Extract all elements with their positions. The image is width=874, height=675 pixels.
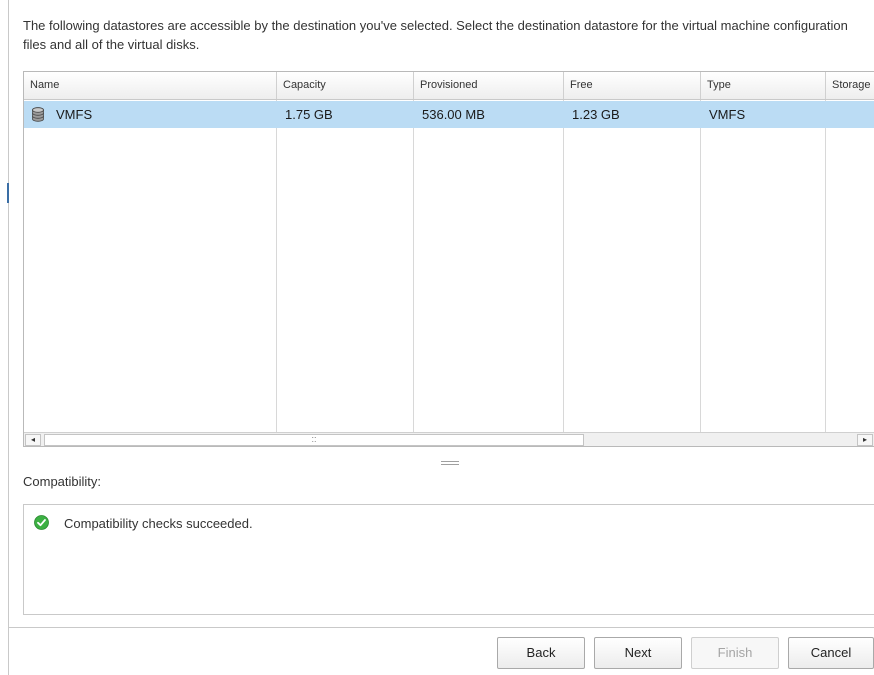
next-button[interactable]: Next xyxy=(594,637,682,669)
table-header: Name Capacity Provisioned Free Type Stor… xyxy=(24,72,874,100)
cell-provisioned: 536.00 MB xyxy=(422,107,485,122)
column-header-storage[interactable]: Storage xyxy=(826,72,874,99)
column-header-provisioned[interactable]: Provisioned xyxy=(414,72,564,99)
column-divider xyxy=(413,100,414,432)
column-divider xyxy=(276,100,277,432)
back-button[interactable]: Back xyxy=(497,637,585,669)
splitter-handle-icon[interactable] xyxy=(441,461,459,465)
column-divider xyxy=(563,100,564,432)
cell-free: 1.23 GB xyxy=(572,107,620,122)
column-divider xyxy=(700,100,701,432)
datastore-table: Name Capacity Provisioned Free Type Stor… xyxy=(23,71,874,447)
column-divider xyxy=(825,100,826,432)
scrollbar-thumb[interactable]: :: xyxy=(44,434,584,446)
column-header-capacity[interactable]: Capacity xyxy=(277,72,414,99)
success-check-icon xyxy=(34,515,49,530)
cell-name: VMFS xyxy=(56,107,93,122)
horizontal-scrollbar[interactable]: ◂ :: ▸ xyxy=(24,432,874,446)
cancel-button[interactable]: Cancel xyxy=(788,637,874,669)
compatibility-panel: Compatibility checks succeeded. xyxy=(23,504,874,615)
left-panel-edge xyxy=(0,0,9,675)
grip-icon: :: xyxy=(311,434,317,444)
scroll-right-icon[interactable]: ▸ xyxy=(857,434,873,446)
database-icon xyxy=(32,107,44,122)
column-header-name[interactable]: Name xyxy=(24,72,277,99)
cell-capacity: 1.75 GB xyxy=(285,107,333,122)
compatibility-message: Compatibility checks succeeded. xyxy=(64,516,253,531)
column-header-type[interactable]: Type xyxy=(701,72,826,99)
cell-type: VMFS xyxy=(709,107,746,122)
instruction-text: The following datastores are accessible … xyxy=(23,18,848,52)
footer-divider xyxy=(9,627,874,628)
table-row[interactable]: VMFS 1.75 GB 536.00 MB 1.23 GB VMFS xyxy=(24,101,874,128)
scroll-left-icon[interactable]: ◂ xyxy=(25,434,41,446)
finish-button[interactable]: Finish xyxy=(691,637,779,669)
cell-storage xyxy=(826,101,834,128)
column-header-free[interactable]: Free xyxy=(564,72,701,99)
compatibility-label: Compatibility: xyxy=(23,474,102,489)
left-panel-marker xyxy=(7,183,9,203)
